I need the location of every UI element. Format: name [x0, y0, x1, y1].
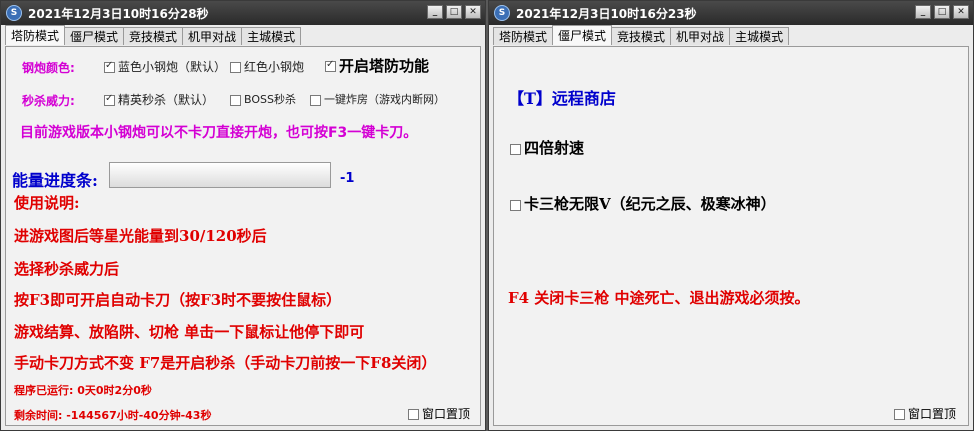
- left-tab-bar: 塔防模式 僵尸模式 竞技模式 机甲对战 主城模式: [5, 25, 302, 46]
- elite-kill-label: 精英秒杀（默认）: [118, 93, 215, 107]
- checkbox-icon: [894, 409, 905, 420]
- red-cannon-checkbox[interactable]: 红色小钢炮: [230, 58, 304, 75]
- one-key-bomb-checkbox[interactable]: 一键炸房（游戏内断网）: [310, 91, 445, 107]
- f4-note: F4 关闭卡三枪 中途死亡、退出游戏必须按。: [508, 289, 810, 307]
- quad-fire-rate-checkbox[interactable]: 四倍射速: [510, 137, 584, 158]
- energy-label: 能量进度条:: [12, 171, 98, 190]
- right-tab-bar: 塔防模式 僵尸模式 竞技模式 机甲对战 主城模式: [493, 25, 790, 46]
- minimize-icon[interactable]: _: [915, 5, 931, 19]
- energy-value: -1: [340, 171, 355, 186]
- instruction-line: 按F3即可开启自动卡刀（按F3时不要按住鼠标）: [14, 291, 342, 309]
- right-window: S 2021年12月3日10时16分23秒 _ □ ✕ 塔防模式 僵尸模式 竞技…: [488, 0, 974, 431]
- pin-window-checkbox[interactable]: 窗口置顶: [408, 405, 470, 422]
- checkbox-icon: [510, 199, 521, 211]
- checkbox-icon: [408, 409, 419, 420]
- checkbox-icon: [104, 93, 115, 106]
- left-titlebar[interactable]: S 2021年12月3日10时16分28秒 _ □ ✕: [1, 1, 485, 25]
- tab-zombie[interactable]: 僵尸模式: [64, 27, 125, 45]
- instruction-line: 选择秒杀威力后: [14, 260, 120, 278]
- boss-kill-checkbox[interactable]: BOSS秒杀: [230, 91, 296, 107]
- remaining-time-status: 剩余时间: -144567小时-40分钟-43秒: [14, 409, 212, 422]
- tab-tower-defense[interactable]: 塔防模式: [493, 27, 554, 45]
- app-logo-icon: S: [6, 5, 22, 21]
- one-key-bomb-label: 一键炸房（游戏内断网）: [324, 93, 445, 106]
- minimize-icon[interactable]: _: [427, 5, 443, 19]
- quad-fire-rate-label: 四倍射速: [524, 139, 585, 157]
- instruction-line: 游戏结算、放陷阱、切枪 单击一下鼠标让他停下即可: [14, 323, 365, 341]
- tab-zombie[interactable]: 僵尸模式: [552, 25, 613, 45]
- tower-defense-checkbox[interactable]: 开启塔防功能: [325, 55, 429, 76]
- blue-cannon-label: 蓝色小钢炮（默认）: [118, 60, 227, 74]
- remote-shop-link[interactable]: 【T】远程商店: [508, 85, 616, 109]
- right-tab-panel: 【T】远程商店 四倍射速 卡三枪无限V（纪元之辰、极寒冰神） F4 关闭卡三枪 …: [493, 46, 969, 426]
- tab-mecha[interactable]: 机甲对战: [670, 27, 731, 45]
- checkbox-icon: [230, 94, 241, 106]
- red-cannon-label: 红色小钢炮: [244, 60, 305, 74]
- right-titlebar[interactable]: S 2021年12月3日10时16分23秒 _ □ ✕: [489, 1, 973, 25]
- maximize-icon[interactable]: □: [934, 5, 950, 19]
- tab-arena[interactable]: 竞技模式: [611, 27, 672, 45]
- tab-arena[interactable]: 竞技模式: [123, 27, 184, 45]
- pin-window-label: 窗口置顶: [908, 407, 957, 421]
- close-icon[interactable]: ✕: [953, 5, 969, 19]
- checkbox-icon: [310, 94, 321, 106]
- blue-cannon-checkbox[interactable]: 蓝色小钢炮（默认）: [104, 58, 226, 75]
- elite-kill-checkbox[interactable]: 精英秒杀（默认）: [104, 91, 214, 108]
- tab-main-city[interactable]: 主城模式: [241, 27, 302, 45]
- pin-window-label: 窗口置顶: [422, 407, 471, 421]
- kill-power-label: 秒杀威力:: [22, 94, 75, 108]
- runtime-status: 程序已运行: 0天0时2分0秒: [14, 384, 152, 397]
- maximize-icon[interactable]: □: [446, 5, 462, 19]
- right-window-title: 2021年12月3日10时16分23秒: [516, 6, 697, 21]
- app-logo-icon: S: [494, 5, 510, 21]
- infinite-v-checkbox[interactable]: 卡三枪无限V（纪元之辰、极寒冰神）: [510, 193, 776, 214]
- left-window: S 2021年12月3日10时16分28秒 _ □ ✕ 塔防模式 僵尸模式 竞技…: [0, 0, 486, 431]
- instruction-line: 进游戏图后等星光能量到30/120秒后: [14, 227, 267, 245]
- version-notice: 目前游戏版本小钢炮可以不卡刀直接开炮，也可按F3一键卡刀。: [20, 125, 418, 141]
- cannon-color-label: 钢炮颜色:: [22, 61, 75, 75]
- instructions-title: 使用说明:: [14, 194, 80, 212]
- checkbox-icon: [230, 62, 241, 73]
- tab-mecha[interactable]: 机甲对战: [182, 27, 243, 45]
- left-window-title: 2021年12月3日10时16分28秒: [28, 6, 209, 21]
- energy-progress-bar: [109, 162, 331, 188]
- tab-main-city[interactable]: 主城模式: [729, 27, 790, 45]
- pin-window-checkbox[interactable]: 窗口置顶: [894, 405, 956, 422]
- close-icon[interactable]: ✕: [465, 5, 481, 19]
- left-tab-panel: 钢炮颜色: 蓝色小钢炮（默认） 红色小钢炮 开启塔防功能 秒杀威力: 精英秒杀（…: [5, 46, 481, 426]
- instruction-line: 手动卡刀方式不变 F7是开启秒杀（手动卡刀前按一下F8关闭）: [14, 354, 437, 372]
- tab-tower-defense[interactable]: 塔防模式: [5, 25, 66, 45]
- checkbox-icon: [104, 60, 115, 73]
- checkbox-icon: [510, 143, 521, 155]
- infinite-v-label: 卡三枪无限V（纪元之辰、极寒冰神）: [524, 195, 776, 213]
- boss-kill-label: BOSS秒杀: [244, 93, 296, 106]
- tower-defense-label: 开启塔防功能: [339, 57, 430, 75]
- checkbox-icon: [325, 59, 336, 72]
